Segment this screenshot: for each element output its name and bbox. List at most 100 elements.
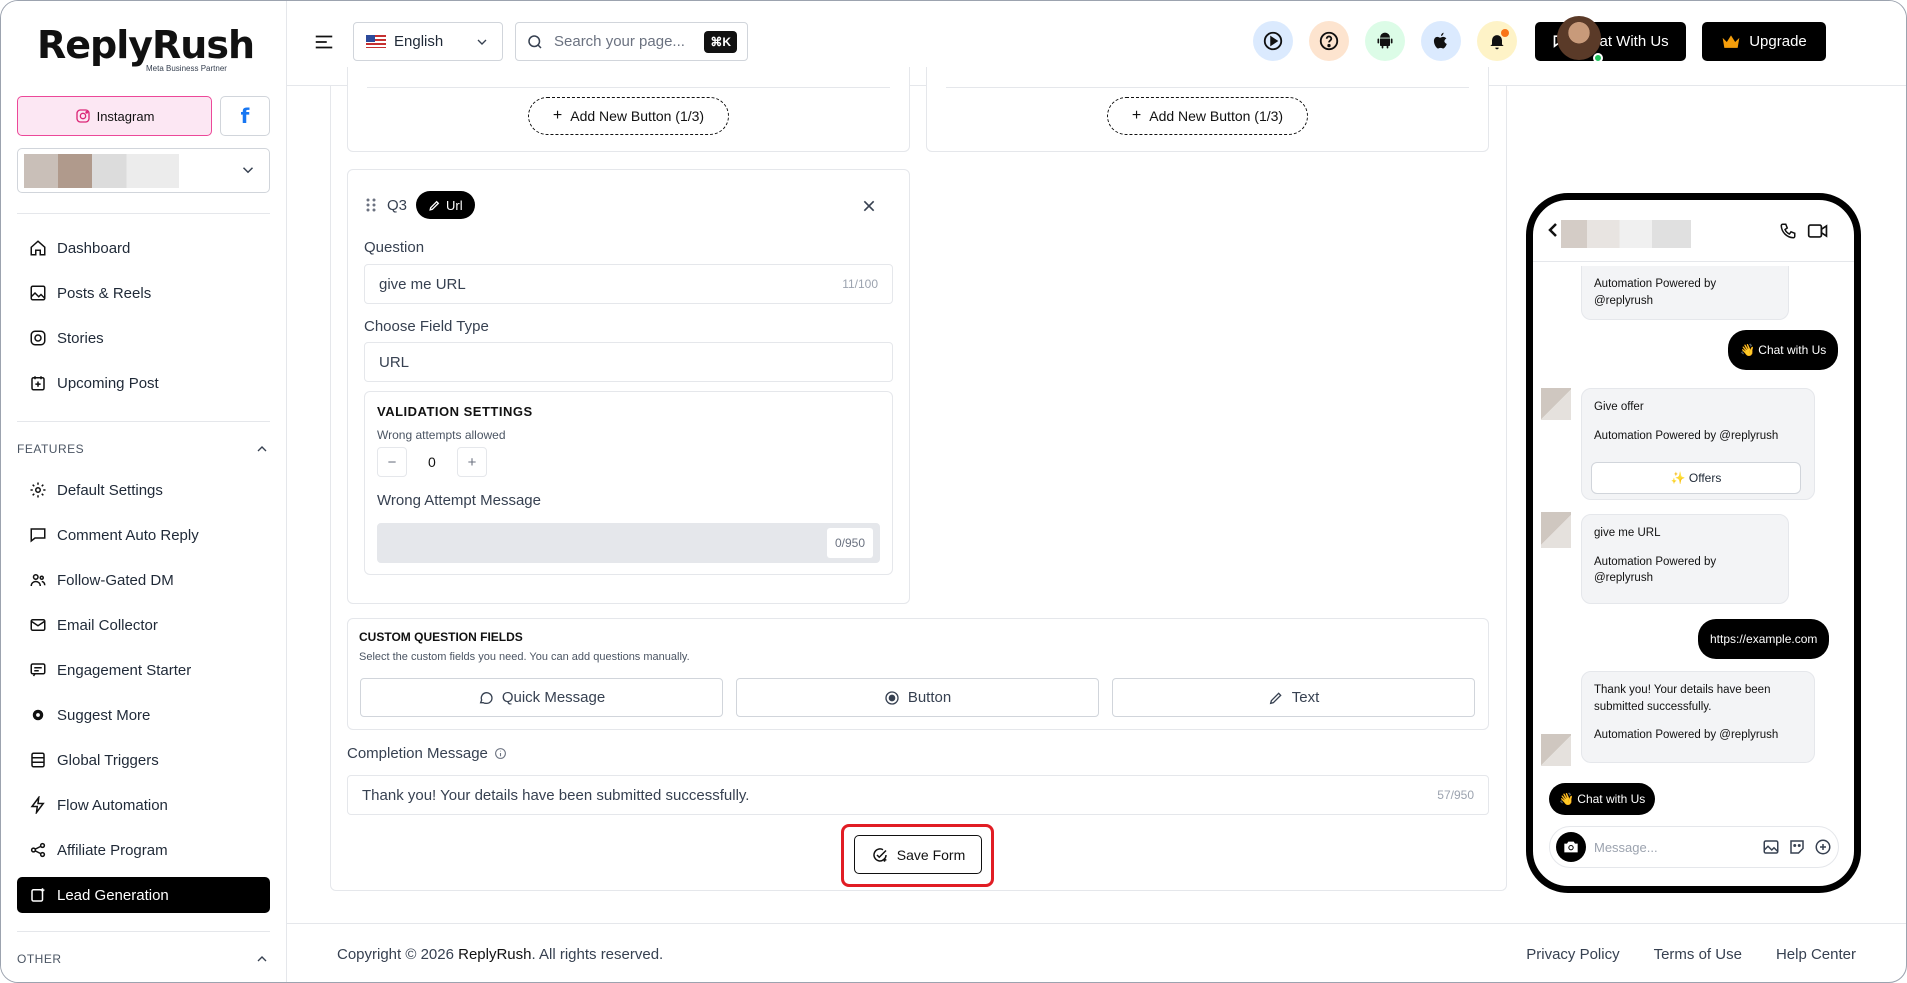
features-section-header[interactable]: FEATURES <box>17 441 270 457</box>
search-input[interactable]: Search your page... ⌘K <box>515 22 748 61</box>
language-selector[interactable]: English <box>353 22 503 61</box>
ios-app-button[interactable] <box>1421 21 1461 61</box>
message-text: Automation Powered by @replyrush <box>1594 729 1779 742</box>
phone-call-icon[interactable] <box>1779 222 1797 240</box>
sidebar-item-flow-automation[interactable]: Flow Automation <box>17 787 270 823</box>
offers-quick-reply-button[interactable]: ✨ Offers <box>1591 462 1801 494</box>
gear-icon <box>30 482 46 498</box>
sticker-icon[interactable] <box>1788 838 1806 856</box>
divider <box>17 421 270 422</box>
sidebar-item-posts-reels[interactable]: Posts & Reels <box>17 275 270 311</box>
list-icon <box>31 752 45 768</box>
add-new-button-right[interactable]: + Add New Button (1/3) <box>1107 97 1308 135</box>
completion-message-input[interactable]: Thank you! Your details have been submit… <box>347 775 1489 815</box>
button-field-label: Button <box>907 689 952 706</box>
quick-message-button[interactable]: Quick Message <box>360 678 723 717</box>
close-icon[interactable] <box>861 198 877 214</box>
sidebar-item-upcoming-post[interactable]: Upcoming Post <box>17 365 270 401</box>
sidebar-item-global-triggers[interactable]: Global Triggers <box>17 742 270 778</box>
message-text: 👋 Chat with Us <box>1559 792 1646 806</box>
sidebar-item-affiliate-program[interactable]: Affiliate Program <box>17 832 270 868</box>
button-field-button[interactable]: Button <box>736 678 1099 717</box>
sidebar-item-stories[interactable]: Stories <box>17 320 270 356</box>
question-input-value: give me URL <box>379 275 466 293</box>
instagram-tab[interactable]: Instagram <box>17 96 212 136</box>
increment-button[interactable]: + <box>457 447 487 477</box>
question-circle-icon <box>1319 31 1339 51</box>
text-field-button[interactable]: Text <box>1112 678 1475 717</box>
sidebar-item-default-settings[interactable]: Default Settings <box>17 472 270 508</box>
hamburger-menu-icon[interactable] <box>313 31 335 53</box>
save-form-button[interactable]: Save Form <box>854 835 982 874</box>
message-text: Automation Powered by <box>1594 555 1717 568</box>
wrong-attempts-label: Wrong attempts allowed <box>377 428 506 442</box>
sidebar-item-label: Affiliate Program <box>57 841 168 859</box>
account-selector[interactable] <box>17 148 270 193</box>
sidebar-item-label: Engagement Starter <box>57 661 192 679</box>
add-new-button-label: Add New Button (1/3) <box>570 108 705 124</box>
field-type-select[interactable]: URL <box>364 342 893 382</box>
online-status-dot <box>1593 53 1603 63</box>
bolt-icon <box>30 796 45 814</box>
wrong-attempt-message-input[interactable]: 0/950 <box>377 523 880 563</box>
sidebar-item-suggest-more[interactable]: Suggest More <box>17 697 270 733</box>
privacy-policy-link[interactable]: Privacy Policy <box>1526 946 1619 963</box>
completion-message-label: Completion Message <box>347 745 488 762</box>
wrong-attempt-char-counter: 0/950 <box>826 528 873 558</box>
sidebar-item-lead-generation[interactable]: Lead Generation <box>17 877 270 913</box>
video-tutorial-button[interactable] <box>1253 21 1293 61</box>
decrement-button[interactable]: − <box>377 447 407 477</box>
divider <box>17 931 270 932</box>
message-input-bar[interactable]: Message... <box>1549 826 1839 868</box>
search-placeholder: Search your page... <box>554 33 685 50</box>
bot-message-give-url: give me URL Automation Powered by @reply… <box>1581 514 1789 604</box>
help-button[interactable] <box>1309 21 1349 61</box>
wrong-attempts-value: 0 <box>428 454 436 470</box>
sidebar-item-engagement-starter[interactable]: Engagement Starter <box>17 652 270 688</box>
add-circle-icon[interactable] <box>1814 838 1832 856</box>
terms-of-use-link[interactable]: Terms of Use <box>1654 946 1742 963</box>
bot-avatar-blurred <box>1541 512 1571 548</box>
chat-with-us-quick-reply[interactable]: 👋 Chat with Us <box>1549 783 1656 815</box>
custom-fields-title: CUSTOM QUESTION FIELDS <box>359 630 523 644</box>
other-section-header[interactable]: OTHER <box>17 951 270 967</box>
back-arrow-icon[interactable] <box>1547 222 1559 238</box>
question-input[interactable]: give me URL 11/100 <box>364 264 893 304</box>
phone-preview: Automation Powered by @replyrush 👋 Chat … <box>1526 193 1861 893</box>
phone-chat-header <box>1533 200 1854 262</box>
sidebar-item-email-collector[interactable]: Email Collector <box>17 607 270 643</box>
plus-icon: + <box>1131 107 1142 124</box>
account-avatar-blurred <box>24 154 179 188</box>
info-icon[interactable] <box>494 747 507 760</box>
video-call-icon[interactable] <box>1807 222 1829 240</box>
android-app-button[interactable] <box>1365 21 1405 61</box>
message-text: @replyrush <box>1594 572 1653 585</box>
sidebar-item-label: Default Settings <box>57 481 163 499</box>
sidebar-item-label: Dashboard <box>57 239 131 257</box>
comment-icon <box>479 691 493 704</box>
notifications-button[interactable] <box>1477 21 1517 61</box>
add-new-button-left[interactable]: + Add New Button (1/3) <box>528 97 729 135</box>
help-center-link[interactable]: Help Center <box>1776 946 1856 963</box>
notification-dot <box>1501 29 1509 37</box>
completion-message-value: Thank you! Your details have been submit… <box>362 786 750 804</box>
play-circle-icon <box>1263 31 1283 51</box>
brand-logo: ReplyRush <box>37 23 255 67</box>
sidebar-item-label: Flow Automation <box>57 796 168 814</box>
sidebar-item-follow-gated-dm[interactable]: Follow-Gated DM <box>17 562 270 598</box>
sidebar-item-comment-auto-reply[interactable]: Comment Auto Reply <box>17 517 270 553</box>
wrong-attempt-message-label: Wrong Attempt Message <box>377 492 541 509</box>
gallery-icon[interactable] <box>1762 838 1780 856</box>
share-icon <box>30 842 46 858</box>
message-text: Automation Powered by <box>1594 278 1717 290</box>
facebook-tab[interactable]: f <box>220 96 270 136</box>
quick-message-label: Quick Message <box>501 689 606 706</box>
question-type-pill[interactable]: Url <box>416 191 475 219</box>
calendar-plus-icon <box>31 376 45 391</box>
sidebar-item-dashboard[interactable]: Dashboard <box>17 230 270 266</box>
camera-icon[interactable] <box>1556 832 1586 862</box>
footer-links: Privacy Policy Terms of Use Help Center <box>1526 946 1856 963</box>
drag-handle-icon[interactable] <box>365 197 377 213</box>
divider <box>367 87 890 88</box>
upgrade-button[interactable]: Upgrade <box>1702 22 1826 61</box>
